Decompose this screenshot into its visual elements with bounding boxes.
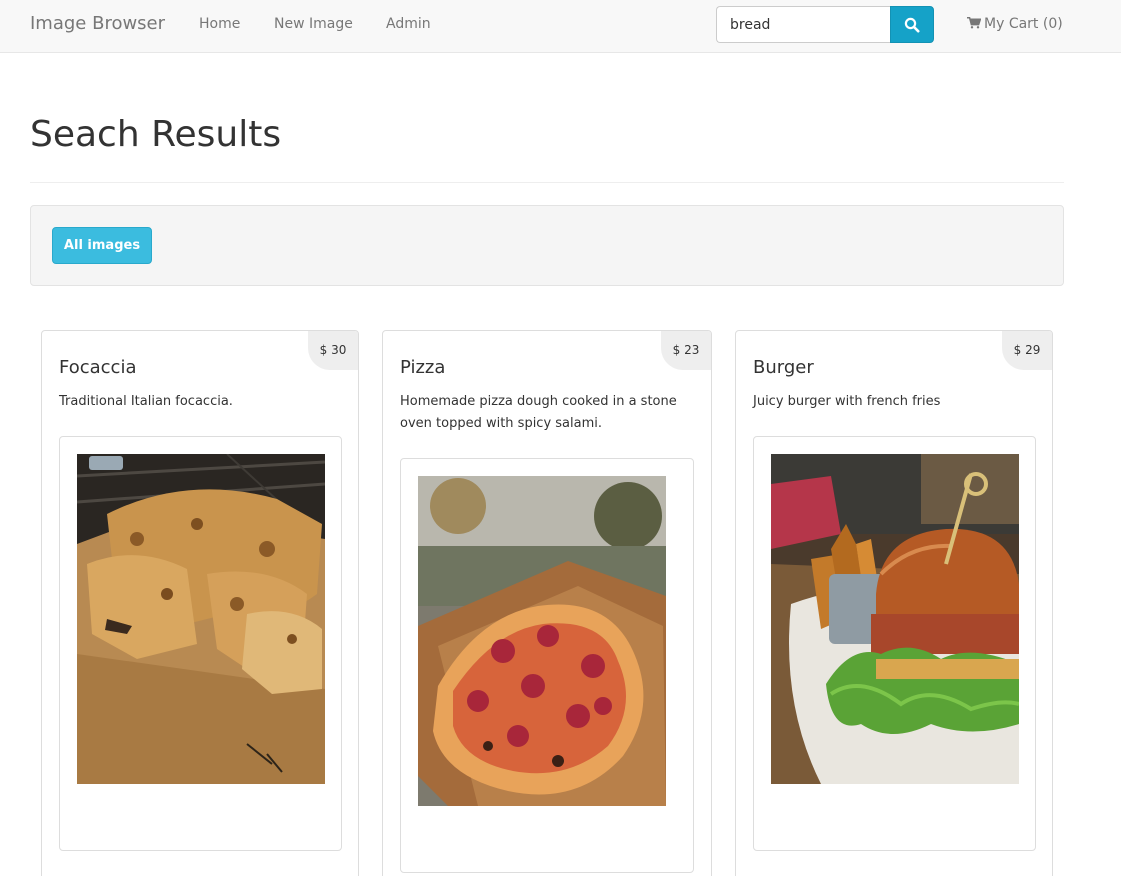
brand-link[interactable]: Image Browser bbox=[30, 13, 165, 34]
product-thumbnail[interactable] bbox=[400, 458, 694, 873]
all-images-button[interactable]: All images bbox=[52, 227, 152, 264]
product-thumbnail[interactable] bbox=[753, 436, 1036, 851]
title-divider bbox=[30, 182, 1064, 183]
product-description: Homemade pizza dough cooked in a stone o… bbox=[400, 394, 677, 431]
focaccia-photo[interactable] bbox=[77, 454, 325, 784]
page-title: Seach Results bbox=[30, 114, 282, 155]
price-badge: $ 29 bbox=[1002, 331, 1052, 370]
pizza-photo[interactable] bbox=[418, 476, 666, 806]
nav-admin-link[interactable]: Admin bbox=[386, 16, 431, 32]
product-card-burger[interactable]: $ 29 Burger Juicy burger with french fri… bbox=[735, 330, 1053, 876]
search-icon bbox=[904, 17, 920, 32]
product-title: Burger bbox=[753, 357, 814, 378]
price-badge: $ 30 bbox=[308, 331, 358, 370]
product-title: Pizza bbox=[400, 357, 446, 378]
price-badge: $ 23 bbox=[661, 331, 711, 370]
shopping-cart-icon bbox=[967, 17, 981, 29]
my-cart-link[interactable]: My Cart (0) bbox=[967, 16, 1063, 32]
burger-photo[interactable] bbox=[771, 454, 1019, 784]
filter-panel: All images bbox=[30, 205, 1064, 286]
nav-home-link[interactable]: Home bbox=[199, 16, 240, 32]
nav-new-image-link[interactable]: New Image bbox=[274, 16, 353, 32]
product-card-pizza[interactable]: $ 23 Pizza Homemade pizza dough cooked i… bbox=[382, 330, 712, 876]
product-description: Juicy burger with french fries bbox=[753, 394, 941, 409]
product-card-focaccia[interactable]: $ 30 Focaccia Traditional Italian focacc… bbox=[41, 330, 359, 876]
product-description: Traditional Italian focaccia. bbox=[59, 394, 233, 409]
search-input[interactable] bbox=[716, 6, 891, 43]
product-thumbnail[interactable] bbox=[59, 436, 342, 851]
search-button[interactable] bbox=[890, 6, 934, 43]
top-navbar: Image Browser Home New Image Admin My Ca… bbox=[0, 0, 1121, 53]
product-title: Focaccia bbox=[59, 357, 137, 378]
cart-label: My Cart (0) bbox=[984, 16, 1063, 32]
